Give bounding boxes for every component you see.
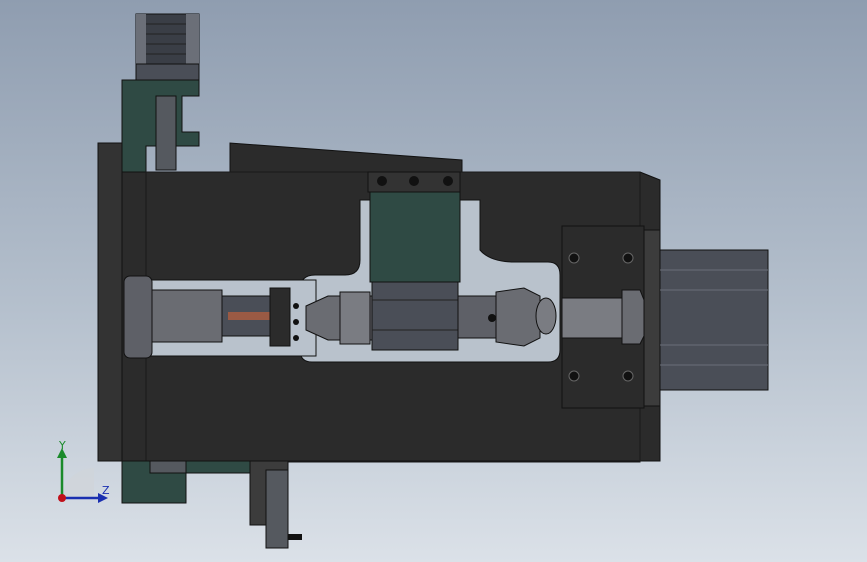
- triad-axes-icon: [57, 448, 108, 503]
- triad-y-label: Y: [59, 439, 66, 452]
- graphics-viewport[interactable]: Y Z: [0, 0, 867, 562]
- bottom-bracket[interactable]: [121, 460, 302, 549]
- central-motor-block[interactable]: [367, 171, 461, 351]
- top-stepper-motor[interactable]: [135, 13, 200, 81]
- cad-model[interactable]: [0, 0, 867, 562]
- right-cylinder[interactable]: [643, 229, 769, 407]
- right-flange-plate[interactable]: [561, 225, 645, 409]
- triad-z-label: Z: [102, 484, 110, 497]
- top-mounting-bracket[interactable]: [121, 79, 200, 173]
- coordinate-triad: Y Z: [40, 438, 120, 508]
